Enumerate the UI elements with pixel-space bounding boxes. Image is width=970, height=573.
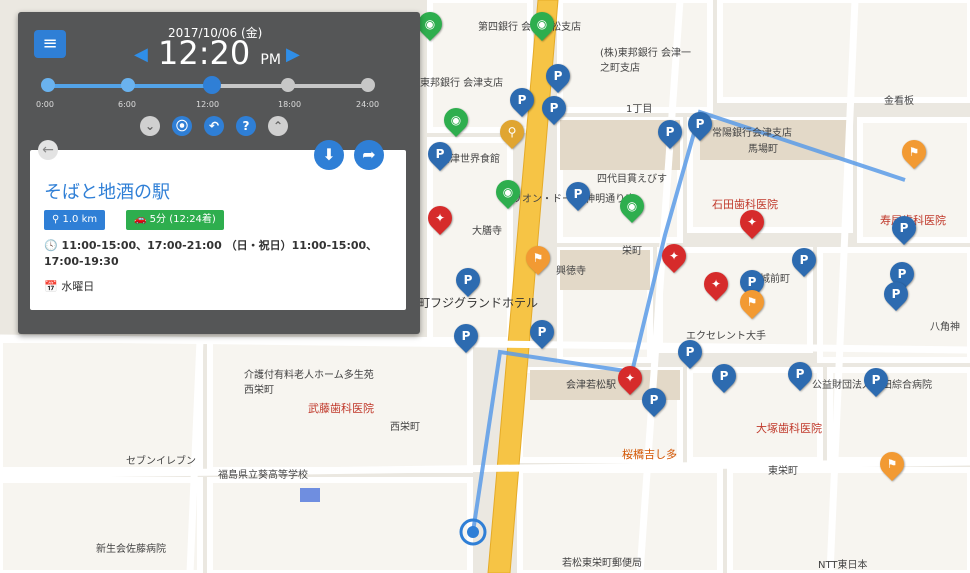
- map-label: 西栄町: [390, 422, 420, 433]
- map-label: 新生会佐藤病院: [96, 544, 166, 555]
- hours-text: 11:00-15:00、17:00-21:00 （日・祝日）11:00-15:0…: [44, 239, 378, 268]
- parking-pin-icon[interactable]: P: [673, 335, 707, 369]
- map-label: 1丁目: [626, 104, 653, 115]
- calendar-icon: 📅: [44, 280, 58, 293]
- chevron-down-icon[interactable]: ⌄: [140, 116, 160, 136]
- map-label: 興徳寺: [556, 266, 586, 277]
- sightseeing-pin-icon[interactable]: ⚑: [521, 241, 555, 275]
- parking-pin-icon[interactable]: P: [859, 363, 893, 397]
- undo-icon[interactable]: ↶: [204, 116, 224, 136]
- download-button[interactable]: ⬇: [314, 140, 344, 170]
- parking-pin-icon[interactable]: P: [879, 277, 913, 311]
- parking-pin-icon[interactable]: P: [537, 91, 571, 125]
- sightseeing-pin-icon[interactable]: ⚑: [897, 135, 931, 169]
- time-stop[interactable]: [41, 78, 55, 92]
- clock-icon: 🕓: [44, 239, 58, 252]
- map-label: 会津若松駅: [566, 380, 616, 391]
- map-label: 東邦銀行 会津支店: [420, 78, 504, 89]
- ampm-label: PM: [260, 52, 281, 68]
- parking-pin-icon[interactable]: P: [683, 107, 717, 141]
- parking-pin-icon[interactable]: P: [505, 83, 539, 117]
- parking-pin-icon[interactable]: P: [887, 211, 921, 245]
- location-icon[interactable]: ⦿: [172, 116, 192, 136]
- timeline-label: 18:00: [278, 100, 302, 109]
- wifi-pin-icon[interactable]: ◉: [439, 103, 473, 137]
- map-label: 武藤歯科医院: [308, 402, 374, 415]
- parking-pin-icon[interactable]: P: [449, 319, 483, 353]
- time-display: 12:20 PM: [158, 34, 281, 72]
- timeline-label: 6:00: [118, 100, 136, 109]
- map-label: 城前町: [760, 274, 790, 285]
- place-name: そばと地酒の駅: [44, 182, 170, 203]
- map-label: 四代目貫えびす: [597, 174, 667, 185]
- duration-value: 5分: [149, 214, 167, 225]
- restaurant-pin-icon[interactable]: ✦: [735, 205, 769, 239]
- restaurant-pin-icon[interactable]: ✦: [423, 201, 457, 235]
- parking-pin-icon[interactable]: P: [783, 357, 817, 391]
- wifi-pin-icon[interactable]: ◉: [525, 7, 559, 41]
- duration-badge: 🚗 5分 (12:24着): [126, 210, 224, 230]
- parking-pin-icon[interactable]: P: [707, 359, 741, 393]
- map-label: セブンイレブン: [126, 456, 196, 467]
- back-arrow-icon[interactable]: ←: [38, 140, 58, 160]
- chevron-up-icon[interactable]: ⌃: [268, 116, 288, 136]
- map-label: 町フジグランドホテル: [418, 296, 539, 310]
- parking-pin-icon[interactable]: P: [787, 243, 821, 277]
- map-label: 馬場町: [748, 144, 778, 155]
- map-label: 大膳寺: [472, 226, 502, 237]
- parking-pin-icon[interactable]: P: [423, 137, 457, 171]
- prev-time-arrow-icon[interactable]: ◀: [134, 44, 148, 65]
- time-slider[interactable]: [41, 76, 375, 94]
- timeline-label: 0:00: [36, 100, 54, 109]
- place-card: そばと地酒の駅 ⚲ 1.0 km 🚗 5分 (12:24着) 🕓 11:00-1…: [30, 150, 406, 310]
- closed-day-text: 水曜日: [61, 280, 95, 293]
- map-label: 金看板: [884, 96, 914, 107]
- directions-button[interactable]: ➦: [354, 140, 384, 170]
- timeline-label: 12:00: [196, 100, 220, 109]
- map-label: 東栄町: [768, 466, 798, 477]
- distance-value: 1.0 km: [62, 214, 98, 225]
- distance-badge: ⚲ 1.0 km: [44, 210, 106, 230]
- time-value: 12:20: [158, 34, 251, 72]
- parking-pin-icon[interactable]: P: [561, 177, 595, 211]
- time-stop[interactable]: [121, 78, 135, 92]
- restaurant-pin-icon[interactable]: ✦: [657, 239, 691, 273]
- sightseeing-pin-icon[interactable]: ⚑: [875, 447, 909, 481]
- closed-day: 📅 水曜日: [44, 278, 94, 294]
- parking-pin-icon[interactable]: P: [637, 383, 671, 417]
- help-icon[interactable]: ?: [236, 116, 256, 136]
- map-label: 若松東栄町郵便局: [562, 558, 642, 569]
- time-stop[interactable]: [361, 78, 375, 92]
- parking-pin-icon[interactable]: P: [541, 59, 575, 93]
- parking-pin-icon[interactable]: P: [451, 263, 485, 297]
- map-label: (株)東邦銀行 会津一之町支店: [600, 48, 691, 74]
- parking-pin-icon[interactable]: P: [653, 115, 687, 149]
- car-icon: 🚗: [134, 214, 147, 225]
- map-label: 大塚歯科医院: [756, 422, 822, 435]
- opening-hours: 🕓 11:00-15:00、17:00-21:00 （日・祝日）11:00-15…: [44, 238, 384, 270]
- sightseeing-pin-icon[interactable]: ⚑: [735, 285, 769, 319]
- timeline-label: 24:00: [356, 100, 380, 109]
- restaurant-pin-icon[interactable]: ✦: [699, 267, 733, 301]
- arrival-time: (12:24着): [169, 214, 216, 225]
- wifi-pin-icon[interactable]: ◉: [615, 189, 649, 223]
- toilet-pin-icon[interactable]: ⚲: [495, 115, 529, 149]
- wifi-pin-icon[interactable]: ◉: [491, 175, 525, 209]
- time-slider-handle[interactable]: [203, 76, 221, 94]
- parking-pin-icon[interactable]: P: [525, 315, 559, 349]
- map-label: 介護付有料老人ホーム多生苑 西栄町: [244, 370, 374, 396]
- map-label: 八角神: [930, 322, 960, 333]
- map-label: NTT東日本: [818, 560, 868, 571]
- info-panel: ≡ 2017/10/06 (金) ◀ 12:20 PM ▶ 0:00 6:00 …: [18, 12, 420, 334]
- map-label: 福島県立葵高等学校: [218, 470, 308, 481]
- map-label: 桜橋吉し多: [622, 448, 677, 461]
- next-time-arrow-icon[interactable]: ▶: [286, 44, 300, 65]
- pin-icon: ⚲: [52, 214, 60, 225]
- time-stop[interactable]: [281, 78, 295, 92]
- menu-button[interactable]: ≡: [34, 30, 66, 58]
- map-label: 常陽銀行会津支店: [712, 128, 792, 139]
- map-label: 栄町: [622, 246, 642, 257]
